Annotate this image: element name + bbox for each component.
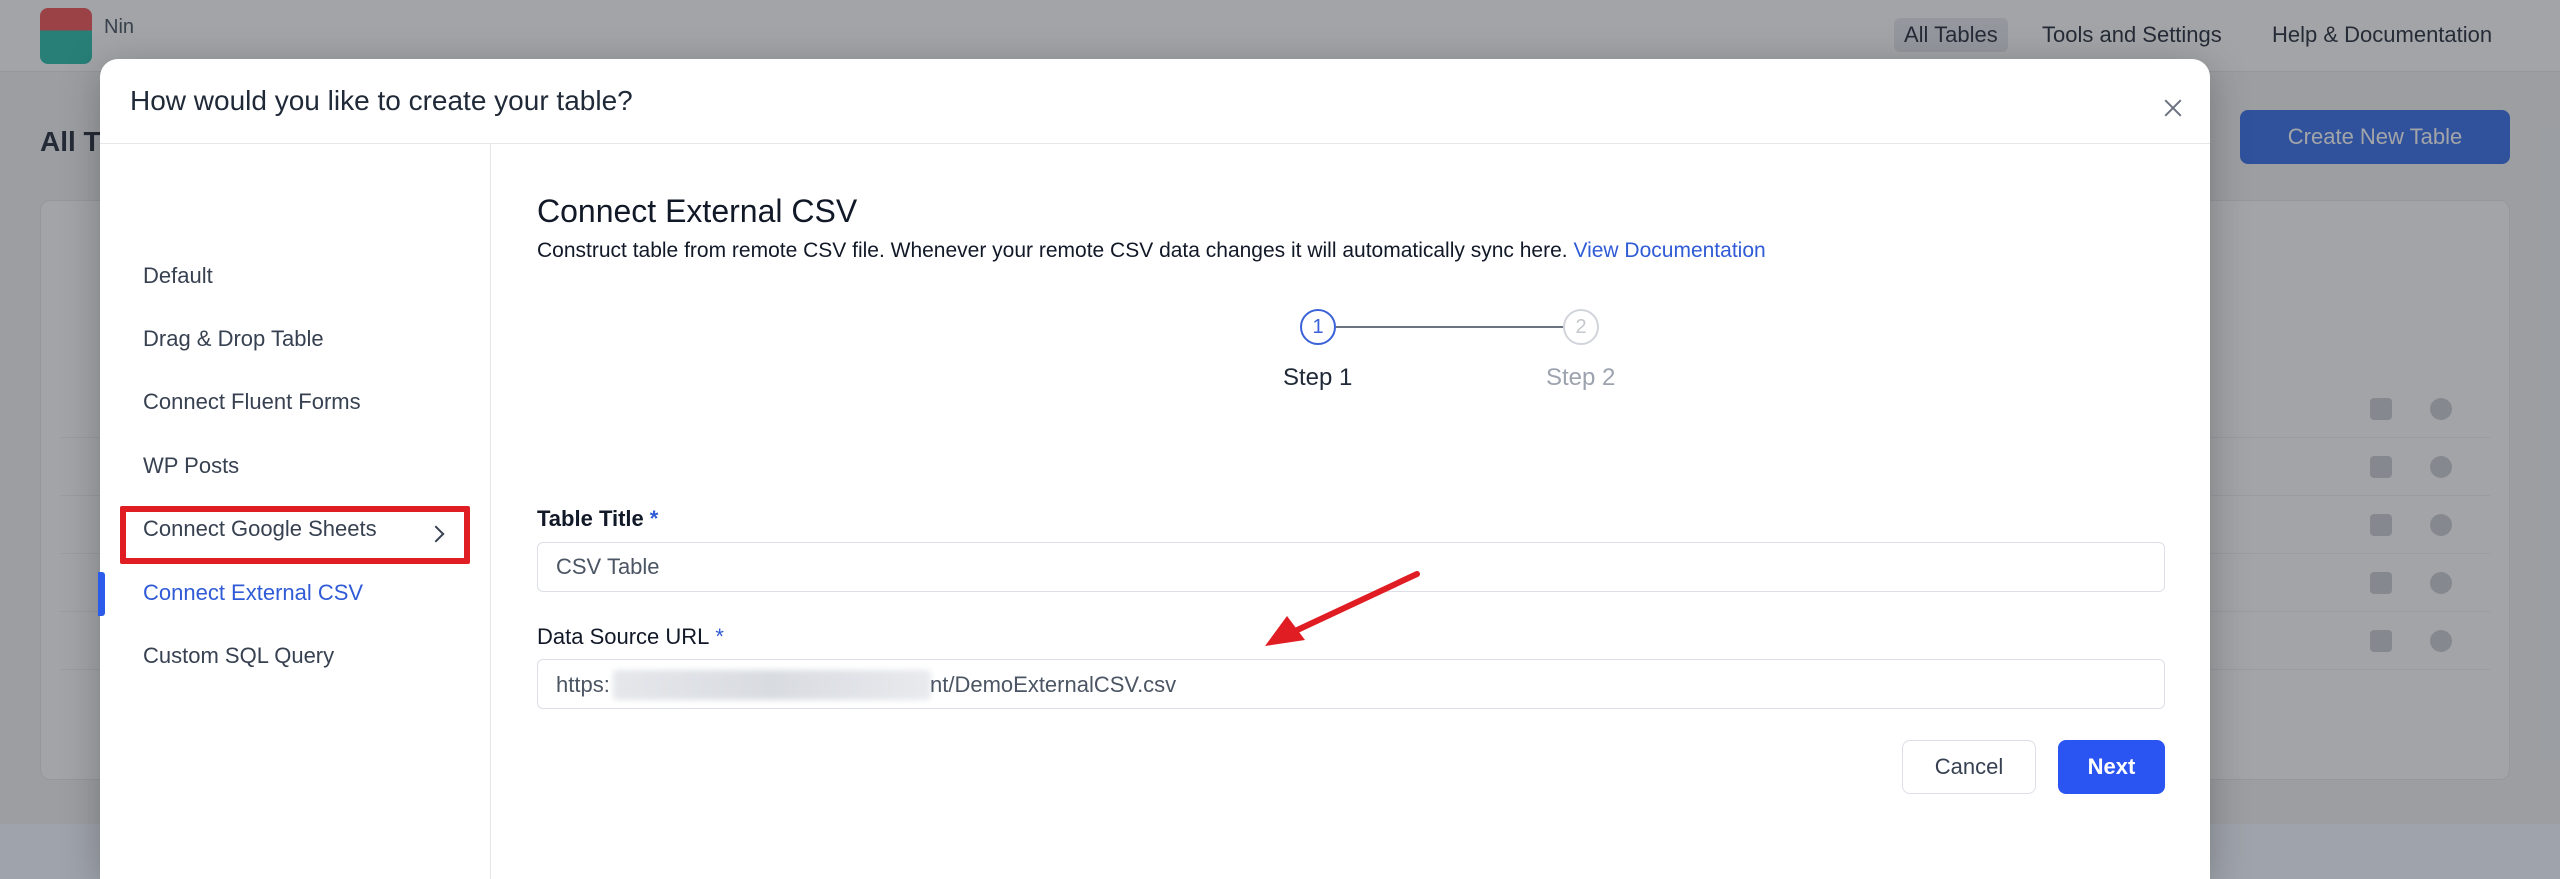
csv-connect-panel: Connect External CSV Construct table fro…	[537, 59, 2167, 879]
sidebar-item-label: Drag & Drop Table	[143, 326, 324, 351]
view-documentation-link[interactable]: View Documentation	[1573, 239, 1765, 262]
required-mark: *	[715, 624, 724, 649]
step-2-indicator: 2	[1563, 309, 1599, 345]
url-redacted-blur	[613, 670, 931, 700]
required-mark: *	[649, 506, 659, 531]
step-connector	[1336, 326, 1563, 328]
sidebar-item-default[interactable]: Default	[143, 250, 493, 302]
sidebar-item-label: Connect Fluent Forms	[143, 389, 361, 414]
active-indicator	[98, 572, 105, 616]
source-type-sidebar: Default Drag & Drop Table Connect Fluent…	[98, 144, 493, 879]
data-source-url-label: Data Source URL *	[537, 624, 724, 650]
sidebar-item-connect-google-sheets[interactable]: Connect Google Sheets	[143, 503, 493, 555]
step-2-label: Step 2	[1546, 364, 1616, 391]
step-1-indicator: 1	[1300, 309, 1336, 345]
sidebar-item-connect-fluent-forms[interactable]: Connect Fluent Forms	[143, 376, 493, 428]
section-description: Construct table from remote CSV file. Wh…	[537, 239, 1766, 263]
stepper: 1 2 Step 1 Step 2	[537, 309, 2167, 399]
sidebar-item-label: Connect External CSV	[143, 580, 364, 605]
sidebar-item-drag-drop-table[interactable]: Drag & Drop Table	[143, 313, 493, 365]
cancel-button[interactable]: Cancel	[1902, 740, 2036, 794]
table-title-label-text: Table Title	[537, 506, 644, 531]
section-title: Connect External CSV	[537, 193, 858, 229]
data-source-url-label-text: Data Source URL	[537, 624, 710, 649]
sidebar-item-wp-posts[interactable]: WP Posts	[143, 440, 493, 492]
sidebar-item-label: Custom SQL Query	[143, 643, 335, 668]
step-1-label: Step 1	[1283, 364, 1353, 391]
sidebar-item-label: Connect Google Sheets	[143, 516, 377, 541]
url-suffix-text: nt/DemoExternalCSV.csv	[930, 672, 1177, 697]
data-source-url-input[interactable]: https: nt/DemoExternalCSV.csv	[537, 659, 2165, 709]
create-table-modal: How would you like to create your table?…	[98, 59, 2210, 879]
sidebar-item-custom-sql-query[interactable]: Custom SQL Query	[143, 630, 493, 682]
sidebar-item-label: WP Posts	[143, 453, 240, 478]
table-title-label: Table Title *	[537, 506, 658, 532]
sidebar-item-label: Default	[143, 263, 213, 288]
sidebar-item-connect-external-csv[interactable]: Connect External CSV	[143, 567, 493, 619]
description-text: Construct table from remote CSV file. Wh…	[537, 239, 1568, 262]
next-button[interactable]: Next	[2058, 740, 2165, 794]
table-title-input[interactable]	[537, 542, 2165, 592]
url-prefix-text: https:	[556, 672, 610, 697]
